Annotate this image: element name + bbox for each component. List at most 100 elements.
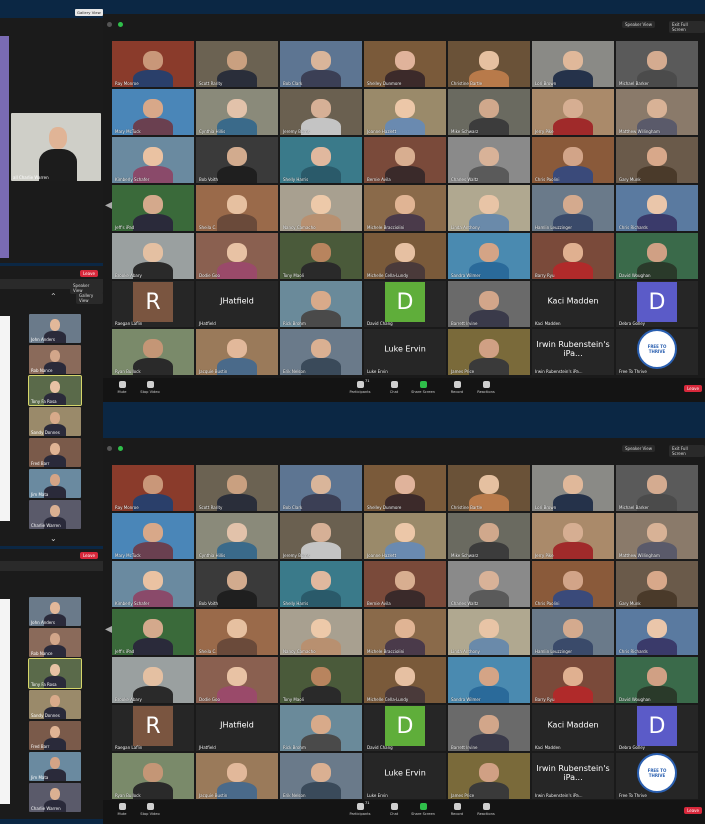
participant-tile[interactable]: D David Chang bbox=[364, 705, 446, 751]
participant-tile[interactable]: Shelley Dunmore bbox=[364, 41, 446, 87]
participant-tile[interactable]: FREE TO THRIVE Free To Thrive bbox=[616, 329, 698, 375]
participant-tile[interactable]: Luke Ervin Luke Ervin bbox=[364, 329, 446, 375]
participant-tile[interactable]: Brooke Abary bbox=[112, 233, 194, 279]
stop-video-button[interactable]: Stop Video bbox=[133, 803, 167, 816]
participant-tile[interactable]: D David Chang bbox=[364, 281, 446, 327]
participant-tile[interactable]: Irwin Rubenstein's iPa... Irwin Rubenstei… bbox=[532, 753, 614, 799]
participant-tile[interactable]: Joanne Hazlett bbox=[364, 513, 446, 559]
participant-tile[interactable]: Sandra Wilmer bbox=[448, 657, 530, 703]
participant-tile[interactable]: Bob Clark bbox=[280, 465, 362, 511]
exit-full-screen-button[interactable]: Exit Full Screen bbox=[669, 21, 705, 33]
participant-tile[interactable]: Sandra Wilmer bbox=[448, 233, 530, 279]
participant-tile[interactable]: Ray Monroe bbox=[112, 41, 194, 87]
participant-tile[interactable]: Luke Ervin Luke Ervin bbox=[364, 753, 446, 799]
participant-tile[interactable]: Charles Waltz bbox=[448, 137, 530, 183]
participant-tile[interactable]: Scott Rarity bbox=[196, 465, 278, 511]
participant-tile[interactable]: Mary McTuck bbox=[112, 513, 194, 559]
participant-tile[interactable]: Charles Waltz bbox=[448, 561, 530, 607]
participant-tile[interactable]: Bernie Avila bbox=[364, 561, 446, 607]
participant-tile[interactable]: Hamlin Leuzzinger bbox=[532, 609, 614, 655]
participant-tile[interactable]: Mike Schwarz bbox=[448, 513, 530, 559]
participant-tile[interactable]: Sheila C. bbox=[196, 185, 278, 231]
chevron-up-icon[interactable]: ⌃ bbox=[50, 292, 57, 301]
participant-tile[interactable]: James Price bbox=[448, 753, 530, 799]
participant-tile[interactable]: Jeremy Burns bbox=[280, 89, 362, 135]
participant-tile[interactable]: Rick Brohm bbox=[280, 705, 362, 751]
leave-meeting-button[interactable]: Leave bbox=[684, 807, 702, 814]
participant-tile[interactable]: R Raegan Laflin bbox=[112, 705, 194, 751]
participant-tile[interactable]: Michele Bracciolini bbox=[364, 609, 446, 655]
window-zoom-dot[interactable] bbox=[118, 22, 123, 27]
participant-tile[interactable]: R Raegan Laflin bbox=[112, 281, 194, 327]
reactions-button[interactable]: Reactions bbox=[469, 381, 503, 394]
participant-tile[interactable]: Kaci Madden Kaci Madden bbox=[532, 705, 614, 751]
leave-meeting-button[interactable]: Leave bbox=[684, 385, 702, 392]
stop-video-button[interactable]: Stop Video bbox=[133, 381, 167, 394]
participants-button[interactable]: Participants bbox=[343, 381, 377, 394]
participant-tile[interactable]: Scott Rarity bbox=[196, 41, 278, 87]
participant-tile[interactable]: Dodie Goo bbox=[196, 657, 278, 703]
participant-tile[interactable]: Chris Richards bbox=[616, 185, 698, 231]
participant-tile[interactable]: Ray Monroe bbox=[112, 465, 194, 511]
participant-tile[interactable]: Erik Nelson bbox=[280, 753, 362, 799]
participant-tile[interactable]: Christine Bartle bbox=[448, 465, 530, 511]
participant-tile[interactable]: Shelly Harris bbox=[280, 561, 362, 607]
participant-thumbnail[interactable]: Fred Barr bbox=[29, 721, 81, 750]
participant-thumbnail[interactable]: Sandy Donnes bbox=[29, 407, 81, 436]
participant-tile[interactable]: D Debra Golley bbox=[616, 281, 698, 327]
participant-tile[interactable]: Bernie Avila bbox=[364, 137, 446, 183]
leave-button-2[interactable]: Leave bbox=[80, 552, 98, 559]
participant-tile[interactable]: David Woughan bbox=[616, 657, 698, 703]
participant-tile[interactable]: Tony Maoli bbox=[280, 233, 362, 279]
participant-tile[interactable]: Brooke Abary bbox=[112, 657, 194, 703]
participant-thumbnail[interactable]: John Anders bbox=[29, 597, 81, 626]
participant-tile[interactable]: Cynthia Hillis bbox=[196, 89, 278, 135]
participant-tile[interactable]: Barry Ryu bbox=[532, 233, 614, 279]
participant-thumbnail[interactable]: Fred Barr bbox=[29, 438, 81, 467]
participant-tile[interactable]: Dodie Goo bbox=[196, 233, 278, 279]
participant-thumbnail[interactable]: Charlie Warren bbox=[29, 500, 81, 529]
speaker-view-button[interactable]: Speaker View bbox=[622, 21, 656, 28]
share-screen-button[interactable]: Share Screen bbox=[406, 381, 440, 394]
gallery-view-button[interactable]: Gallery View bbox=[75, 9, 103, 16]
participant-tile[interactable]: Michelle Cella-Lundy bbox=[364, 657, 446, 703]
participant-tile[interactable]: Gary Munk bbox=[616, 137, 698, 183]
participant-tile[interactable]: Jacquie Bustin bbox=[196, 329, 278, 375]
participant-tile[interactable]: Shelly Harris bbox=[280, 137, 362, 183]
participant-tile[interactable]: Jeff's iPad bbox=[112, 609, 194, 655]
participant-tile[interactable]: David Woughan bbox=[616, 233, 698, 279]
participant-tile[interactable]: Jeff's iPad bbox=[112, 185, 194, 231]
participant-tile[interactable]: James Price bbox=[448, 329, 530, 375]
speaker-view-button-2[interactable]: Speaker View bbox=[622, 445, 656, 452]
participant-tile[interactable]: Gary Munk bbox=[616, 561, 698, 607]
participant-thumbnail[interactable]: John Anders bbox=[29, 314, 81, 343]
participant-thumbnail[interactable]: Jim Mata bbox=[29, 752, 81, 781]
participant-tile[interactable]: Christine Bartle bbox=[448, 41, 530, 87]
participant-tile[interactable]: Jeremy Burns bbox=[280, 513, 362, 559]
share-screen-button[interactable]: Share Screen bbox=[406, 803, 440, 816]
participant-thumbnail[interactable]: Tony Fa Rosa bbox=[28, 375, 82, 406]
participant-tile[interactable]: Cynthia Hillis bbox=[196, 513, 278, 559]
participant-tile[interactable]: Hamlin Leuzzinger bbox=[532, 185, 614, 231]
participant-thumbnail[interactable]: Rob Nance bbox=[29, 628, 81, 657]
participant-tile[interactable]: Jacquie Bustin bbox=[196, 753, 278, 799]
participant-tile[interactable]: Mary McTuck bbox=[112, 89, 194, 135]
participant-tile[interactable]: Michael Barker bbox=[616, 41, 698, 87]
participant-tile[interactable]: Bob Voith bbox=[196, 137, 278, 183]
participants-button[interactable]: Participants bbox=[343, 803, 377, 816]
window-close-dot-2[interactable] bbox=[107, 446, 112, 451]
participant-tile[interactable]: Rick Brohm bbox=[280, 281, 362, 327]
participant-tile[interactable]: Kimberly Schafer bbox=[112, 561, 194, 607]
participant-tile[interactable]: Erik Nelson bbox=[280, 329, 362, 375]
participant-tile[interactable]: Chris Paolini bbox=[532, 137, 614, 183]
participant-tile[interactable]: Linda Anthony bbox=[448, 609, 530, 655]
participant-tile[interactable]: Chris Richards bbox=[616, 609, 698, 655]
participant-tile[interactable]: JHatfield JHatfield bbox=[196, 705, 278, 751]
participant-tile[interactable]: Matthew Willingham bbox=[616, 89, 698, 135]
participant-tile[interactable]: Michael Barker bbox=[616, 465, 698, 511]
participant-tile[interactable]: Jerry Pike bbox=[532, 513, 614, 559]
participant-tile[interactable]: Joanne Hazlett bbox=[364, 89, 446, 135]
participant-tile[interactable]: Bob Clark bbox=[280, 41, 362, 87]
participant-tile[interactable]: Nancy Camacho bbox=[280, 609, 362, 655]
participant-tile[interactable]: Kimberly Schafer bbox=[112, 137, 194, 183]
